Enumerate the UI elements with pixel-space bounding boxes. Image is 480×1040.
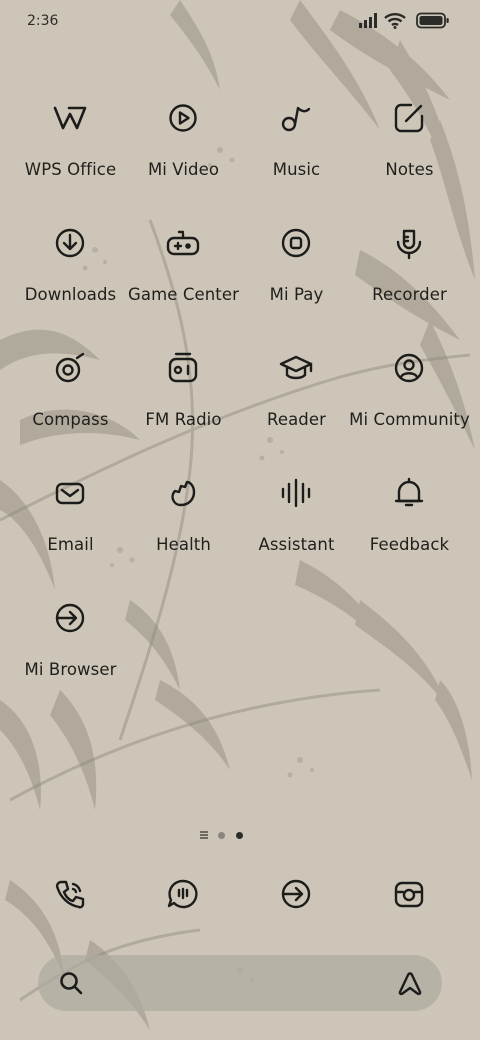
app-mi-video[interactable]: Mi Video: [127, 96, 240, 206]
app-compass[interactable]: Compass: [14, 346, 127, 456]
fm-radio-icon: [165, 346, 201, 390]
search-icon[interactable]: [58, 970, 84, 996]
email-icon: [52, 471, 88, 515]
mi-browser-icon: [52, 596, 88, 640]
battery-icon: [416, 12, 449, 29]
recorder-icon: [391, 221, 427, 265]
browser-icon[interactable]: [278, 876, 314, 912]
app-recorder[interactable]: Recorder: [353, 221, 466, 331]
messages-icon[interactable]: [165, 876, 201, 912]
app-mi-community[interactable]: Mi Community: [349, 346, 470, 456]
status-time: 2:36: [27, 13, 59, 29]
app-fm-radio[interactable]: FM Radio: [127, 346, 240, 456]
app-label: Mi Community: [349, 410, 470, 429]
page-indicator[interactable]: [196, 829, 256, 841]
assistant-icon: [278, 471, 314, 515]
assistant-a-icon[interactable]: [396, 969, 424, 997]
mi-community-icon: [391, 346, 427, 390]
app-mi-browser[interactable]: Mi Browser: [14, 596, 127, 706]
health-icon: [165, 471, 201, 515]
phone-icon[interactable]: [52, 876, 88, 912]
page-dot-1: [218, 832, 225, 839]
dock: [14, 870, 466, 920]
downloads-icon: [52, 221, 88, 265]
signal-icon: [359, 13, 377, 28]
music-icon: [278, 96, 314, 140]
list-indicator-icon: [200, 831, 208, 839]
app-label: Feedback: [369, 535, 450, 554]
compass-icon: [52, 346, 88, 390]
app-reader[interactable]: Reader: [240, 346, 353, 456]
app-label: Mi Browser: [24, 660, 117, 679]
game-center-icon: [165, 221, 201, 265]
mi-pay-icon: [278, 221, 314, 265]
camera-icon[interactable]: [391, 876, 427, 912]
status-icons: [358, 12, 454, 30]
app-feedback[interactable]: Feedback: [353, 471, 466, 581]
notes-icon: [391, 96, 427, 140]
reader-icon: [278, 346, 314, 390]
page-dot-2-active: [236, 832, 243, 839]
app-label: Notes: [385, 160, 434, 179]
app-downloads[interactable]: Downloads: [14, 221, 127, 331]
app-wps-office[interactable]: WPS Office: [14, 96, 127, 206]
app-music[interactable]: Music: [240, 96, 353, 206]
app-notes[interactable]: Notes: [353, 96, 466, 206]
status-bar: 2:36: [0, 0, 480, 42]
app-health[interactable]: Health: [127, 471, 240, 581]
app-email[interactable]: Email: [14, 471, 127, 581]
feedback-icon: [391, 471, 427, 515]
wps-office-icon: [52, 96, 88, 140]
search-bar[interactable]: [38, 955, 442, 1011]
app-game-center[interactable]: Game Center: [127, 221, 240, 331]
mi-video-icon: [165, 96, 201, 140]
wifi-icon: [384, 13, 406, 29]
app-mi-pay[interactable]: Mi Pay: [240, 221, 353, 331]
app-assistant[interactable]: Assistant: [240, 471, 353, 581]
app-label: Recorder: [372, 285, 447, 304]
